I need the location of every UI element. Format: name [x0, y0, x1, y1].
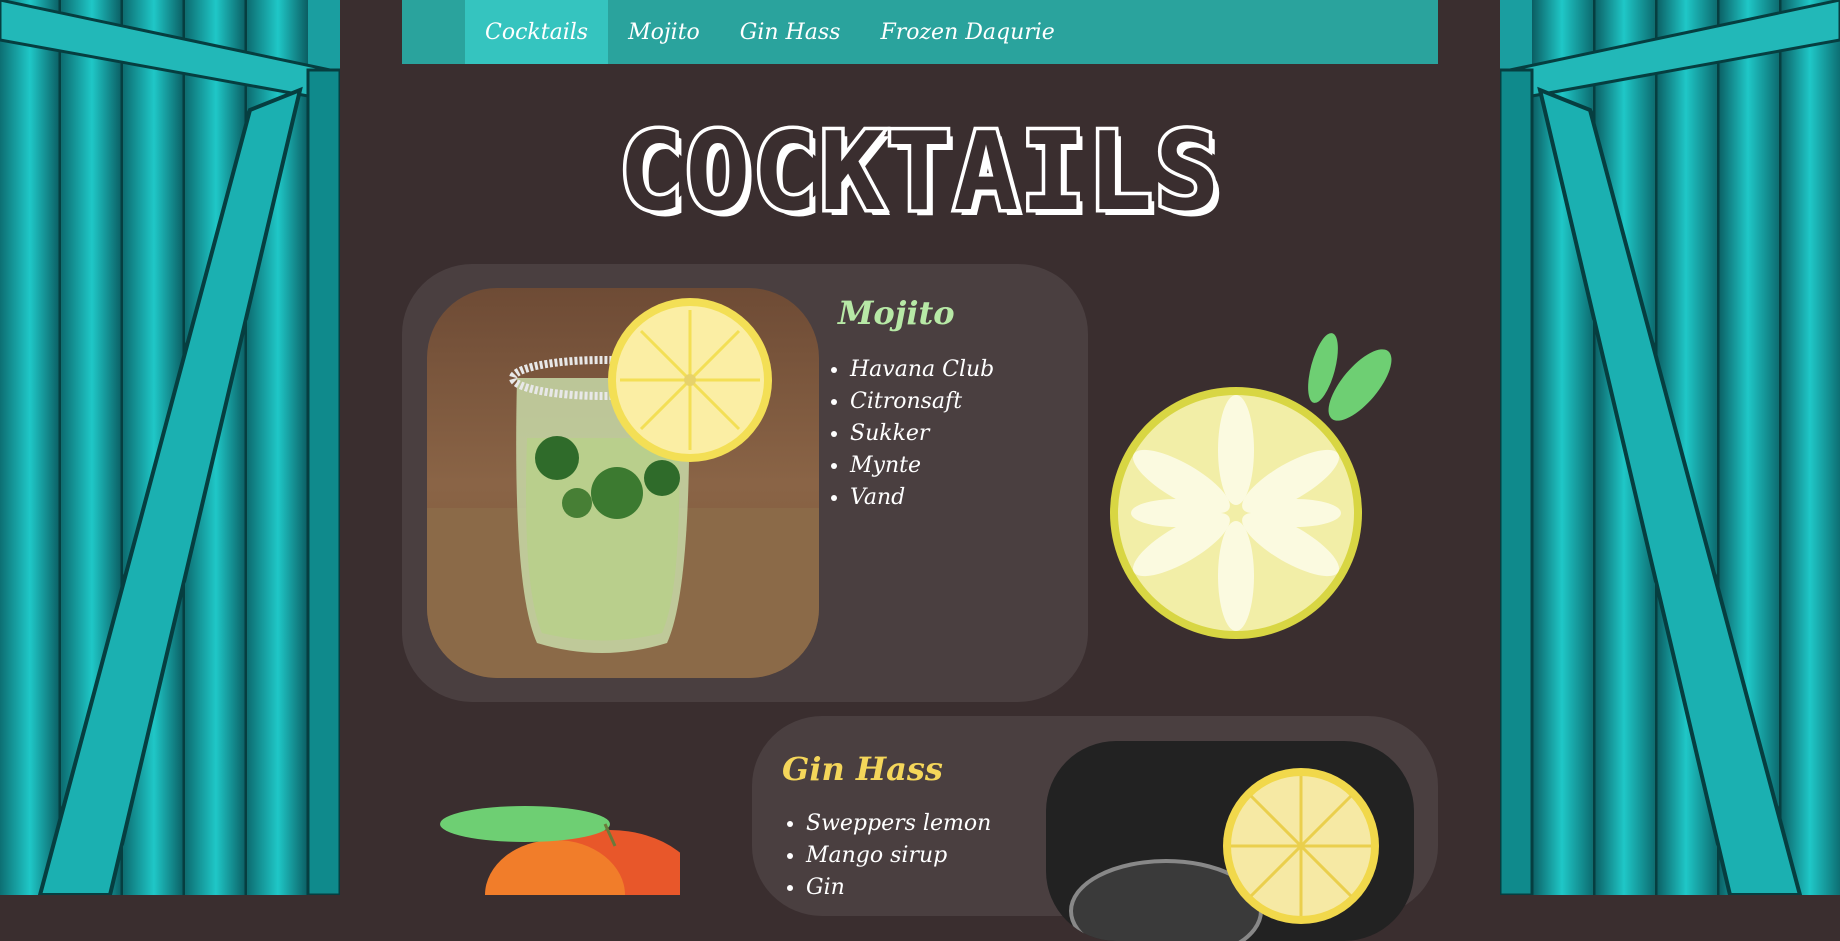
nav-item-mojito[interactable]: Mojito: [608, 0, 720, 64]
ingredient-item: Citronsaft: [850, 386, 994, 418]
ingredient-item: Sukker: [850, 418, 994, 450]
ingredient-item: Sweppers lemon: [806, 808, 991, 840]
nav-item-cocktails[interactable]: Cocktails: [465, 0, 609, 64]
nav-item-frozen-daqurie[interactable]: Frozen Daqurie: [860, 0, 1074, 64]
mojito-ingredients-list: Havana Club Citronsaft Sukker Mynte Vand: [826, 354, 994, 514]
ingredient-item: Gin: [806, 872, 991, 904]
gin-hass-photo: [1046, 741, 1414, 941]
mojito-card: Mojito Havana Club Citronsaft Sukker Myn…: [402, 264, 1088, 702]
ingredient-item: Vand: [850, 482, 994, 514]
ingredient-item: Havana Club: [850, 354, 994, 386]
mango-icon: [440, 800, 705, 941]
lemon-slice-icon: [1108, 330, 1398, 644]
gin-hass-title: Gin Hass: [782, 750, 943, 788]
ingredient-item: Mynte: [850, 450, 994, 482]
mojito-photo: [427, 288, 819, 678]
ingredient-item: Mango sirup: [806, 840, 991, 872]
nav-item-gin-hass[interactable]: Gin Hass: [720, 0, 861, 64]
mojito-title: Mojito: [838, 294, 955, 332]
gin-hass-ingredients-list: Sweppers lemon Mango sirup Gin: [782, 808, 991, 904]
page-title: COCKTAILS: [615, 107, 1223, 239]
top-navigation: Cocktails Mojito Gin Hass Frozen Daqurie: [402, 0, 1438, 64]
gin-hass-card: Gin Hass Sweppers lemon Mango sirup Gin: [752, 716, 1438, 941]
